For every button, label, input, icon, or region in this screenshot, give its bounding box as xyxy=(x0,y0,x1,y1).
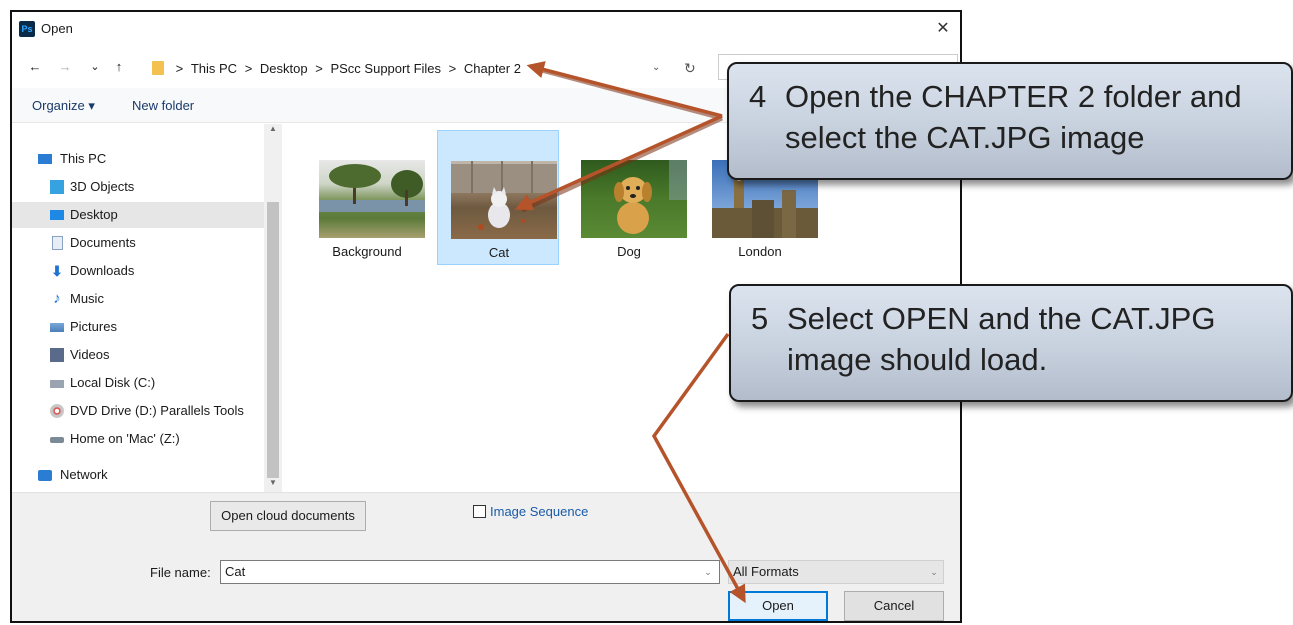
network-icon xyxy=(38,470,52,481)
organize-button[interactable]: Organize ▾ xyxy=(32,98,95,114)
sidebar-item-label: 3D Objects xyxy=(70,179,135,194)
breadcrumb-item-this-pc[interactable]: This PC xyxy=(191,61,237,76)
breadcrumb-separator: > xyxy=(448,61,457,76)
callout-text: Open the CHAPTER 2 folder and select the… xyxy=(785,79,1242,155)
sidebar-item-label: Network xyxy=(60,467,108,482)
computer-icon xyxy=(38,154,52,164)
background-thumbnail xyxy=(319,160,425,238)
folder-icon xyxy=(152,61,164,75)
callout-number: 5 xyxy=(751,301,769,336)
puppy-image xyxy=(614,160,687,234)
sidebar-item-pictures[interactable]: Pictures xyxy=(12,314,264,340)
cat-thumbnail xyxy=(451,161,557,239)
refresh-icon[interactable]: ↻ xyxy=(684,58,702,78)
navigation-pane: This PC 3D Objects Desktop Documents ⬇ D… xyxy=(12,124,284,492)
sidebar-item-dvd-drive[interactable]: DVD Drive (D:) Parallels Tools xyxy=(12,398,264,424)
scroll-down-icon[interactable]: ▼ xyxy=(267,478,279,492)
sidebar-item-music[interactable]: ♪ Music xyxy=(12,286,264,312)
sidebar-item-label: Documents xyxy=(70,235,136,250)
file-format-select[interactable]: All Formats xyxy=(728,560,944,584)
close-icon[interactable]: ✕ xyxy=(928,17,958,41)
dog-thumbnail xyxy=(581,160,687,238)
scrollbar-thumb[interactable] xyxy=(267,202,279,478)
file-name-input[interactable]: Cat xyxy=(220,560,720,584)
sidebar-item-label: Home on 'Mac' (Z:) xyxy=(70,431,180,446)
sidebar-item-label: Local Disk (C:) xyxy=(70,375,156,390)
sidebar-item-network[interactable]: Network xyxy=(12,462,264,488)
sidebar-item-home-on-mac[interactable]: Home on 'Mac' (Z:) xyxy=(12,426,264,452)
file-name-label: Background xyxy=(332,244,402,259)
image-sequence-label[interactable]: Image Sequence xyxy=(490,504,588,519)
dvd-icon xyxy=(50,404,64,418)
breadcrumb-item-desktop[interactable]: Desktop xyxy=(260,61,308,76)
sidebar-item-label: This PC xyxy=(60,151,107,166)
sidebar-item-3d-objects[interactable]: 3D Objects xyxy=(12,174,264,200)
file-name-label: Dog xyxy=(617,244,641,259)
cancel-button[interactable]: Cancel xyxy=(844,591,944,621)
video-icon xyxy=(50,348,64,362)
sidebar-item-local-disk[interactable]: Local Disk (C:) xyxy=(12,370,264,396)
file-item-background[interactable]: Background xyxy=(306,130,428,265)
park-tree-image xyxy=(319,164,425,212)
breadcrumb-separator: > xyxy=(175,61,184,76)
sidebar-item-label: Downloads xyxy=(70,263,135,278)
file-name-label: File name: xyxy=(150,565,211,580)
callout-text: Select OPEN and the CAT.JPG image should… xyxy=(787,301,1216,377)
desktop-icon xyxy=(50,210,64,220)
sidebar-item-label: Desktop xyxy=(70,207,118,222)
sidebar-item-label: Pictures xyxy=(70,319,117,334)
sidebar-item-label: Videos xyxy=(70,347,110,362)
recent-locations-icon[interactable]: ⌄ xyxy=(86,58,104,76)
up-arrow-icon[interactable]: ↑ xyxy=(110,58,128,76)
forward-arrow-icon[interactable]: → xyxy=(56,58,74,76)
scroll-up-icon[interactable]: ▲ xyxy=(267,124,279,138)
breadcrumb-separator: > xyxy=(244,61,253,76)
sidebar-item-desktop[interactable]: Desktop xyxy=(12,202,264,228)
sidebar-item-label: Music xyxy=(70,291,104,306)
breadcrumb-item-pscc-support-files[interactable]: PScc Support Files xyxy=(330,61,441,76)
title-bar: Ps Open ✕ xyxy=(12,12,960,46)
file-item-cat[interactable]: Cat xyxy=(437,130,559,265)
window-title: Open xyxy=(41,21,73,36)
breadcrumb-separator: > xyxy=(315,61,323,76)
sidebar-item-label: DVD Drive (D:) Parallels Tools xyxy=(70,403,244,418)
new-folder-button[interactable]: New folder xyxy=(132,98,194,113)
open-cloud-documents-button[interactable]: Open cloud documents xyxy=(210,501,366,531)
open-button[interactable]: Open xyxy=(728,591,828,621)
document-icon xyxy=(52,236,63,250)
file-name-label: London xyxy=(738,244,782,259)
photoshop-app-icon: Ps xyxy=(19,21,35,37)
format-dropdown-icon[interactable]: ⌄ xyxy=(924,560,944,584)
music-icon: ♪ xyxy=(53,290,61,307)
file-item-dog[interactable]: Dog xyxy=(568,130,690,265)
breadcrumb[interactable]: > This PC > Desktop > PScc Support Files… xyxy=(152,58,692,80)
sidebar-item-videos[interactable]: Videos xyxy=(12,342,264,368)
cube-icon xyxy=(50,180,64,194)
pictures-icon xyxy=(50,323,64,332)
cat-image xyxy=(451,161,557,230)
breadcrumb-item-chapter-2[interactable]: Chapter 2 xyxy=(464,61,521,76)
sidebar-item-this-pc[interactable]: This PC xyxy=(12,146,264,172)
address-dropdown-icon[interactable]: ⌄ xyxy=(652,58,670,78)
instruction-callout-4: 4 Open the CHAPTER 2 folder and select t… xyxy=(727,62,1293,180)
download-icon: ⬇ xyxy=(51,263,63,279)
dialog-footer: Open cloud documents Image Sequence File… xyxy=(12,492,960,621)
network-drive-icon xyxy=(50,437,64,443)
file-name-label: Cat xyxy=(488,245,510,260)
sidebar-item-downloads[interactable]: ⬇ Downloads xyxy=(12,258,264,284)
sidebar-item-documents[interactable]: Documents xyxy=(12,230,264,256)
drive-icon xyxy=(50,380,64,388)
back-arrow-icon[interactable]: ← xyxy=(26,58,44,76)
instruction-callout-5: 5 Select OPEN and the CAT.JPG image shou… xyxy=(729,284,1293,402)
file-name-dropdown-icon[interactable]: ⌄ xyxy=(698,560,718,584)
callout-number: 4 xyxy=(749,79,767,114)
image-sequence-checkbox[interactable] xyxy=(473,505,486,518)
